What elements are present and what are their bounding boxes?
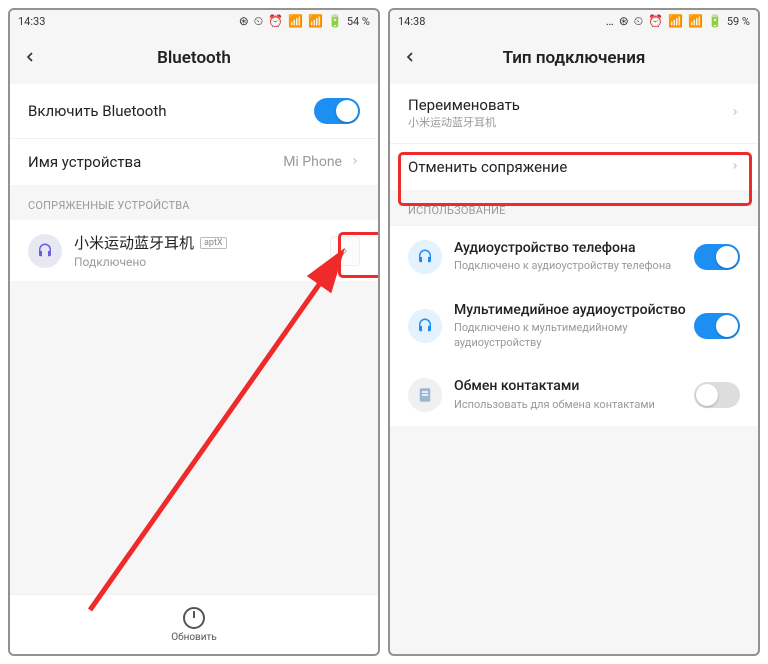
codec-badge: aptX	[200, 237, 227, 249]
usage-row-contacts[interactable]: Обмен контактами Использовать для обмена…	[390, 364, 758, 426]
enable-bluetooth-toggle[interactable]	[314, 98, 360, 124]
enable-bluetooth-row[interactable]: Включить Bluetooth	[10, 84, 378, 138]
chevron-right-icon	[730, 159, 740, 175]
headphones-icon	[28, 234, 62, 268]
status-battery: 59 %	[727, 15, 750, 28]
usage-title: Мультимедийное аудиоустройство	[454, 302, 686, 320]
status-battery: 54 %	[347, 15, 370, 28]
refresh-button[interactable]: Обновить	[10, 594, 378, 654]
nav-bar: Bluetooth	[10, 32, 378, 84]
headphones-icon	[408, 309, 442, 343]
rename-label: Переименовать	[408, 96, 520, 114]
chevron-right-icon	[730, 105, 740, 121]
status-time: 14:33	[18, 15, 45, 28]
enable-bluetooth-label: Включить Bluetooth	[28, 102, 167, 120]
device-details-button[interactable]	[330, 236, 360, 266]
usage-title: Обмен контактами	[454, 378, 686, 396]
device-name-value: Mi Phone	[283, 154, 342, 170]
page-title: Bluetooth	[10, 48, 378, 68]
device-name-label: Имя устройства	[28, 153, 141, 171]
phone-right-connection-type: 14:38 … ⊛ ⏲ ⏰ 📶 📶 🔋 59 % Тип подключения…	[388, 8, 760, 656]
usage-toggle[interactable]	[694, 382, 740, 408]
usage-header: ИСПОЛЬЗОВАНИЕ	[390, 190, 758, 225]
paired-device-status: Подключено	[74, 255, 330, 269]
back-icon[interactable]	[22, 46, 52, 71]
phone-left-bluetooth: 14:33 ⊛ ⏲ ⏰ 📶 📶 🔋 54 % Bluetooth Включит…	[8, 8, 380, 656]
status-time: 14:38	[398, 15, 425, 28]
page-title: Тип подключения	[390, 48, 758, 68]
paired-device-name: 小米运动蓝牙耳机	[74, 232, 194, 253]
annotation-arrow-icon	[70, 240, 370, 620]
nav-bar: Тип подключения	[390, 32, 758, 84]
usage-sub: Подключено к аудиоустройству телефона	[454, 259, 686, 273]
status-icons: ⊛ ⏲ ⏰ 📶 📶 🔋	[239, 14, 344, 29]
paired-devices-header: СОПРЯЖЕННЫЕ УСТРОЙСТВА	[10, 185, 378, 220]
device-name-row[interactable]: Имя устройства Mi Phone	[10, 138, 378, 185]
usage-toggle[interactable]	[694, 313, 740, 339]
usage-toggle[interactable]	[694, 244, 740, 270]
usage-title: Аудиоустройство телефона	[454, 240, 686, 258]
contacts-icon	[408, 378, 442, 412]
usage-row-media-audio[interactable]: Мультимедийное аудиоустройство Подключен…	[390, 288, 758, 364]
chevron-right-icon	[350, 154, 360, 170]
usage-sub: Подключено к мультимедийному аудиоустрой…	[454, 321, 686, 350]
usage-row-phone-audio[interactable]: Аудиоустройство телефона Подключено к ау…	[390, 226, 758, 288]
rename-sub: 小米运动蓝牙耳机	[408, 116, 520, 131]
usage-sub: Использовать для обмена контактами	[454, 398, 686, 412]
status-bar: 14:33 ⊛ ⏲ ⏰ 📶 📶 🔋 54 %	[10, 10, 378, 32]
unpair-row[interactable]: Отменить сопряжение	[390, 143, 758, 190]
unpair-label: Отменить сопряжение	[408, 158, 567, 176]
back-icon[interactable]	[402, 46, 432, 71]
rename-row[interactable]: Переименовать 小米运动蓝牙耳机	[390, 84, 758, 143]
headphones-icon	[408, 240, 442, 274]
refresh-icon	[183, 607, 205, 629]
refresh-label: Обновить	[171, 632, 217, 643]
paired-device-row[interactable]: 小米运动蓝牙耳机 aptX Подключено	[10, 220, 378, 281]
status-bar: 14:38 … ⊛ ⏲ ⏰ 📶 📶 🔋 59 %	[390, 10, 758, 32]
status-icons: … ⊛ ⏲ ⏰ 📶 📶 🔋	[606, 14, 724, 29]
